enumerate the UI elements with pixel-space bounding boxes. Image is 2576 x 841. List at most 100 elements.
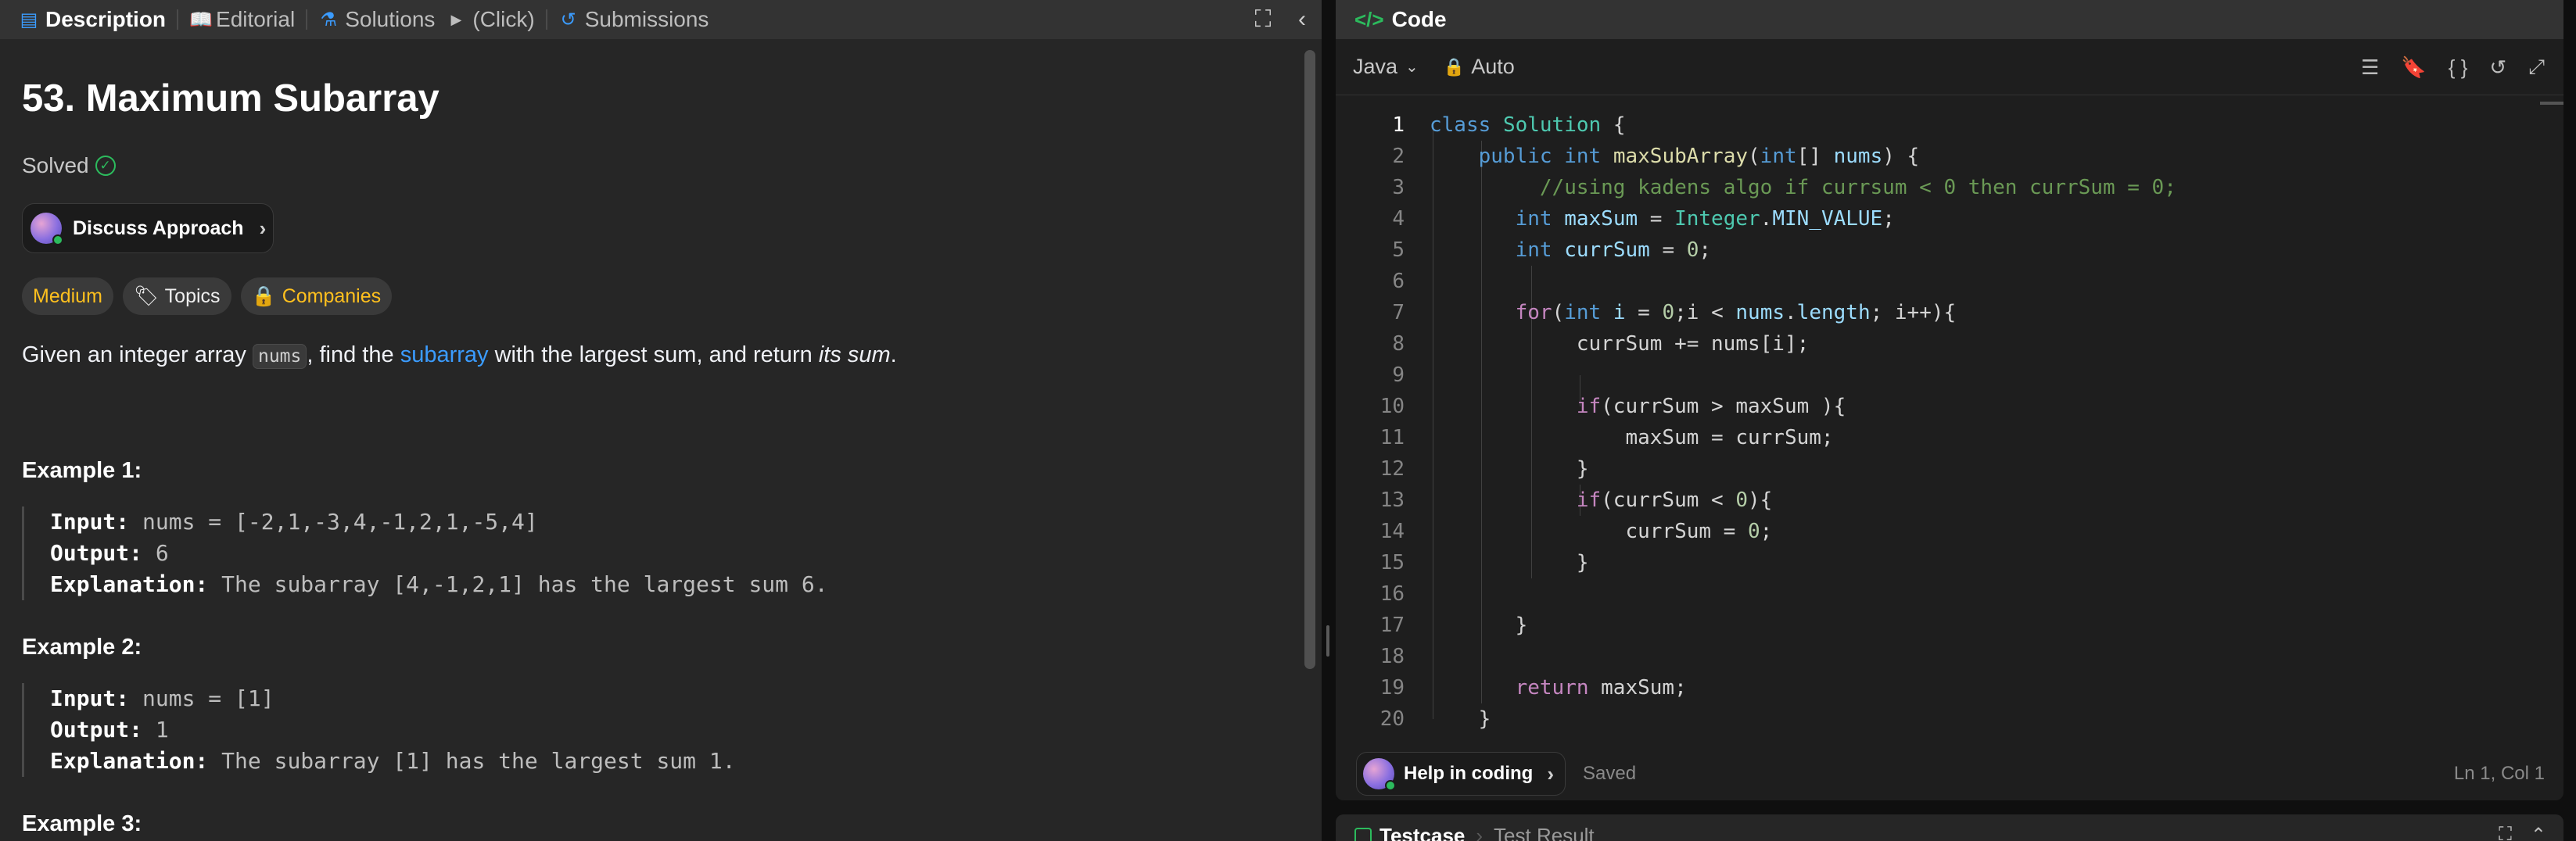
chip-label: Medium [33,285,102,307]
line-number: 3 [1392,176,1405,199]
difficulty-badge[interactable]: Medium [22,277,113,315]
line-code: currSum += nums[i]; [1430,332,1810,356]
value: 1 [142,717,169,743]
line-code: class Solution { [1430,113,1626,137]
line-code: } [1430,707,1491,731]
tab-label: Description [45,7,167,31]
cursor-position: Ln 1, Col 1 [2453,763,2545,784]
tab-test-result[interactable]: Test Result [1494,824,1595,841]
document-icon: ▤ [20,9,38,30]
collapse-icon[interactable]: ‹ [1283,6,1322,33]
tab-click[interactable]: ▶ (Click) [446,7,534,32]
tab-label: Submissions [584,7,709,31]
chevron-up-icon[interactable]: ⌃ [2531,824,2546,841]
chip-label: Topics [164,285,221,307]
subarray-link[interactable]: subarray [400,342,489,367]
tab-solutions[interactable]: ⚗ Solutions [318,7,435,32]
value: nums = [1] [129,685,274,711]
save-status: Saved [1583,763,1637,784]
splitter-grip[interactable] [1326,625,1329,657]
check-circle-icon: ✓ [95,156,116,176]
line-code: } [1430,551,1589,574]
chevron-right-icon: › [1547,761,1554,786]
example-1-title: Example 1: [22,458,142,483]
code-panel-header: </> Code [1336,0,2563,39]
chevron-down-icon: ⌄ [1405,59,1419,76]
line-number: 17 [1379,614,1405,637]
label: Output: [50,717,143,743]
line-code: int currSum = 0; [1515,238,1712,262]
reset-icon[interactable]: ↺ [2489,55,2506,80]
line-code: } [1430,614,1528,637]
tab-testcase[interactable]: Testcase [1354,824,1465,841]
tab-label: Testcase [1379,824,1466,841]
braces-icon[interactable]: { } [2449,55,2468,80]
line-number: 13 [1379,488,1405,512]
tab-divider [545,9,547,30]
code-scrollbar[interactable] [2540,102,2563,105]
line-number: 2 [1392,145,1405,168]
chevron-right-icon: › [259,216,267,240]
example-input: Input: nums = [1] [50,683,736,714]
maximize-icon[interactable]: ⛶ [2499,824,2512,841]
problem-description: Given an integer array nums, find the su… [22,342,897,369]
line-number: 9 [1392,363,1405,387]
desc-text: , find the [307,342,400,367]
history-icon: ↺ [560,9,576,30]
format-icon[interactable]: ☰ [2361,55,2379,80]
panel-actions: ⛶ ‹ [1243,0,1322,39]
lock-icon: 🔒 [251,285,276,307]
tag-icon: 🏷 [133,285,159,307]
label: Output: [50,540,143,566]
line-number: 14 [1379,520,1405,543]
panel-splitter[interactable] [1322,0,1334,841]
status-label: Solved [22,153,89,177]
tab-submissions[interactable]: ↺ Submissions [558,7,709,32]
inline-code: nums [252,344,307,369]
help-in-coding-button[interactable]: Help in coding › [1356,752,1566,796]
line-code: } [1430,457,1589,481]
example-input: Input: nums = [-2,1,-3,4,-1,2,1,-5,4] [50,506,828,538]
label: Input: [50,509,130,535]
language-label: Java [1353,55,1398,78]
problem-title[interactable]: 53. Maximum Subarray [22,77,439,120]
problem-tabs: ▤ Description 📖 Editorial ⚗ Solutions ▶ … [0,0,1322,39]
lock-icon: 🔒 [1443,56,1466,77]
solved-status: Solved ✓ [22,153,116,178]
example-2-title: Example 2: [22,635,142,660]
line-code: for(int i = 0;i < nums.length; i++){ [1515,301,1957,324]
code-panel-title: Code [1391,7,1447,31]
desc-text: with the largest sum, and return [488,342,819,367]
line-number: 6 [1392,270,1405,293]
line-code: //using kadens algo if currsum < 0 then … [1539,176,2176,199]
line-number: 19 [1379,676,1405,700]
description-scrollbar[interactable] [1304,50,1315,669]
avatar [1363,758,1396,791]
topics-chip[interactable]: 🏷 Topics [122,277,231,315]
button-label: Help in coding [1404,763,1534,784]
discuss-approach-button[interactable]: Discuss Approach › [22,203,274,253]
line-code: if(currSum < 0){ [1576,488,1773,512]
line-number: 8 [1392,332,1405,356]
value: The subarray [4,-1,2,1] has the largest … [208,571,828,597]
example-output: Output: 1 [50,714,736,746]
line-number: 18 [1379,645,1405,668]
line-number: 15 [1379,551,1405,574]
tab-editorial[interactable]: 📖 Editorial [189,7,295,32]
tag-chips: Medium 🏷 Topics 🔒 Companies [22,277,393,315]
auto-mode-toggle[interactable]: 🔒 Auto [1444,55,1515,79]
code-editor[interactable]: 1 class Solution { 2 public int maxSubArr… [1336,109,2563,735]
line-number: 5 [1392,238,1405,262]
expand-icon[interactable]: ⤢ [2528,55,2545,80]
checkbox-icon [1354,827,1372,841]
flask-icon: ⚗ [320,9,337,30]
companies-chip[interactable]: 🔒 Companies [240,277,393,315]
maximize-icon[interactable]: ⛶ [1243,6,1283,33]
bookmark-icon[interactable]: 🔖 [2401,55,2426,80]
button-label: Discuss Approach [73,217,244,239]
line-number: 1 [1392,113,1405,137]
tab-description[interactable]: ▤ Description [19,7,166,32]
language-select[interactable]: Java ⌄ [1353,55,1419,79]
mode-label: Auto [1471,55,1515,78]
line-code: if(currSum > maxSum ){ [1576,395,1846,418]
